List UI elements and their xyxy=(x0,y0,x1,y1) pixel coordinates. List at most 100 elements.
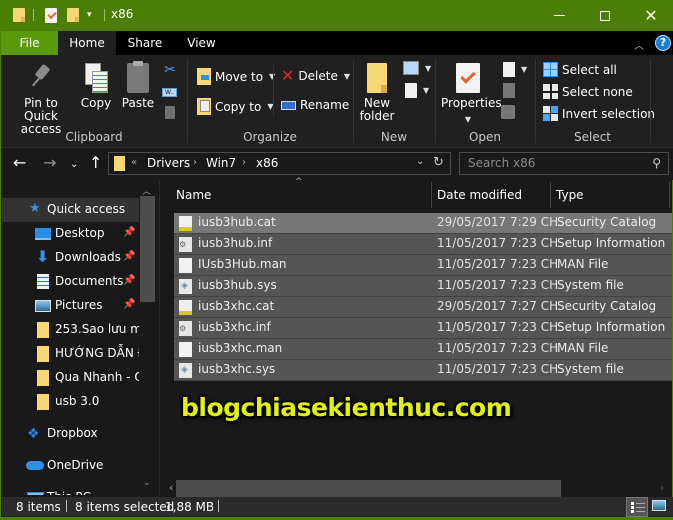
navigation-pane: ︿ ★ Quick access Desktop 📌 ⬇ Downloads 📌… xyxy=(2,180,159,495)
nav-item-onedrive[interactable]: OneDrive xyxy=(2,454,139,478)
column-header-name[interactable]: Name xyxy=(167,180,431,210)
file-row[interactable]: iusb3xhc.cat 29/05/2017 7:27 CH Security… xyxy=(174,297,672,318)
scroll-down-icon[interactable]: ⌄ xyxy=(143,478,151,488)
file-type: Security Catalog xyxy=(557,299,657,313)
copy-path-button[interactable]: W.. xyxy=(162,88,177,97)
new-folder-button[interactable]: New folder xyxy=(357,63,397,123)
move-to-label: Move to xyxy=(215,69,264,84)
tab-view[interactable]: View xyxy=(174,31,229,55)
properties-icon[interactable] xyxy=(45,8,57,23)
ribbon: Pin to Quick access Copy Paste ✂ W.. Cli… xyxy=(1,55,673,148)
new-folder-icon xyxy=(367,63,387,93)
tab-file[interactable]: File xyxy=(1,31,58,55)
file-row[interactable]: iusb3xhc.sys 11/05/2017 7:23 CH System f… xyxy=(174,360,672,381)
breadcrumb-win7[interactable]: Win7 xyxy=(206,156,236,170)
search-box[interactable]: Search x86 ⚲ xyxy=(459,152,669,175)
file-row[interactable]: iusb3xhc.inf 11/05/2017 7:23 CH Setup In… xyxy=(174,318,672,339)
close-button[interactable]: ✕ xyxy=(628,0,673,31)
details-view-button[interactable] xyxy=(626,497,648,517)
forward-arrow-icon[interactable]: → xyxy=(43,154,56,172)
move-to-button[interactable]: Move to▼ xyxy=(197,68,275,85)
nav-item-desktop[interactable]: Desktop 📌 xyxy=(2,222,139,246)
nav-item-pictures[interactable]: Pictures 📌 xyxy=(2,294,139,318)
file-date: 11/05/2017 7:23 CH xyxy=(437,320,559,334)
large-icons-view-button[interactable] xyxy=(652,500,666,511)
select-none-button[interactable]: Select none xyxy=(543,84,633,99)
scroll-right-icon[interactable]: › xyxy=(660,481,664,494)
nav-item-label: Documents xyxy=(55,274,124,288)
open-button[interactable]: ▼ xyxy=(503,62,527,77)
address-dropdown-icon[interactable]: ⌄ xyxy=(416,156,424,167)
paste-shortcut-button[interactable] xyxy=(165,106,175,119)
nav-item-folder[interactable]: 253.Sao lưu mật xyxy=(2,318,139,342)
up-arrow-icon[interactable]: ↑ xyxy=(89,154,102,172)
file-type: System file xyxy=(557,278,624,292)
new-folder-icon[interactable] xyxy=(67,8,79,22)
dropdown-caret-icon: ▼ xyxy=(423,86,430,95)
column-header-type[interactable]: Type xyxy=(551,180,669,210)
column-label: Name xyxy=(176,188,212,202)
nav-item-documents[interactable]: Documents 📌 xyxy=(2,270,139,294)
column-header-date-modified[interactable]: Date modified xyxy=(432,180,550,210)
breadcrumb-x86[interactable]: x86 xyxy=(256,156,278,170)
invert-selection-button[interactable]: Invert selection xyxy=(543,106,655,121)
address-bar[interactable]: « Drivers › Win7 › x86 ⌄ ↻ xyxy=(108,152,451,175)
tab-share[interactable]: Share xyxy=(116,31,174,55)
scroll-left-icon[interactable]: ‹ xyxy=(169,481,173,494)
tab-home[interactable]: Home xyxy=(58,31,116,55)
file-row[interactable]: iusb3hub.cat 29/05/2017 7:29 CH Security… xyxy=(174,213,672,234)
minimize-button[interactable] xyxy=(536,0,582,31)
pane-splitter[interactable] xyxy=(159,180,167,495)
collapse-ribbon-icon[interactable]: ︿ xyxy=(634,37,644,52)
breadcrumb-separator-icon[interactable]: › xyxy=(242,157,246,168)
copy-to-button[interactable]: Copy to ▼ xyxy=(197,98,273,115)
select-all-icon xyxy=(543,62,558,77)
selection-size: 1,88 MB xyxy=(165,500,215,514)
file-row[interactable]: IUsb3Hub.man 11/05/2017 7:23 CH MAN File xyxy=(174,255,672,276)
nav-item-folder[interactable]: usb 3.0 xyxy=(2,390,139,414)
new-item-icon xyxy=(403,61,419,75)
file-row[interactable]: iusb3xhc.man 11/05/2017 7:23 CH MAN File xyxy=(174,339,672,360)
pin-to-quick-access-button[interactable]: Pin to Quick access xyxy=(7,63,75,136)
horizontal-scrollbar-thumb[interactable] xyxy=(176,480,561,497)
edit-button[interactable] xyxy=(503,83,515,98)
customize-dropdown-icon[interactable]: ▾ xyxy=(87,10,92,20)
delete-button[interactable]: ✕ Delete ▼ xyxy=(281,68,350,84)
pin-icon[interactable]: 📌 xyxy=(123,251,135,262)
folder-icon xyxy=(37,346,49,362)
nav-item-downloads[interactable]: ⬇ Downloads 📌 xyxy=(2,246,139,270)
search-input[interactable]: Search x86 xyxy=(468,156,535,170)
breadcrumb-drivers[interactable]: Drivers xyxy=(147,156,190,170)
nav-item-this-pc[interactable]: This PC xyxy=(2,486,139,495)
nav-item-folder[interactable]: Qua Nhanh - Qu xyxy=(2,366,139,390)
cut-button[interactable]: ✂ xyxy=(163,62,177,78)
nav-item-dropbox[interactable]: ❖ Dropbox xyxy=(2,422,139,446)
back-arrow-icon[interactable]: ← xyxy=(13,154,26,172)
properties-button[interactable]: Properties ▼ xyxy=(441,63,502,126)
help-icon[interactable]: ? xyxy=(655,35,671,51)
paste-button[interactable]: Paste xyxy=(121,61,155,110)
recent-locations-chevron-icon[interactable]: ⌄ xyxy=(70,156,78,174)
new-item-button[interactable]: ▼ xyxy=(403,61,431,75)
nav-scrollbar-thumb[interactable] xyxy=(140,196,155,302)
nav-item-label: HƯỚNG DẪN Đ. xyxy=(55,346,139,360)
rename-button[interactable]: Rename xyxy=(281,98,349,112)
pin-icon[interactable]: 📌 xyxy=(123,227,135,238)
maximize-button[interactable] xyxy=(582,0,628,31)
refresh-icon[interactable]: ↻ xyxy=(433,155,444,170)
nav-item-folder[interactable]: HƯỚNG DẪN Đ. xyxy=(2,342,139,366)
pin-icon[interactable]: 📌 xyxy=(123,275,135,286)
pin-label: Pin to Quick xyxy=(24,96,58,123)
overflow-chevron-icon[interactable]: « xyxy=(131,157,137,168)
copy-button[interactable]: Copy xyxy=(79,63,113,110)
select-all-button[interactable]: Select all xyxy=(543,62,617,77)
file-row[interactable]: iusb3hub.inf 11/05/2017 7:23 CH Setup In… xyxy=(174,234,672,255)
breadcrumb-separator-icon[interactable]: › xyxy=(193,157,197,168)
pin-icon[interactable]: 📌 xyxy=(123,299,135,310)
history-button[interactable] xyxy=(501,105,515,119)
column-separator[interactable] xyxy=(669,182,670,208)
file-row[interactable]: iusb3hub.sys 11/05/2017 7:23 CH System f… xyxy=(174,276,672,297)
nav-item-quick-access[interactable]: ★ Quick access xyxy=(2,198,139,222)
easy-access-button[interactable]: ▼ xyxy=(405,83,429,98)
horizontal-scrollbar[interactable]: ‹ › xyxy=(167,480,672,497)
